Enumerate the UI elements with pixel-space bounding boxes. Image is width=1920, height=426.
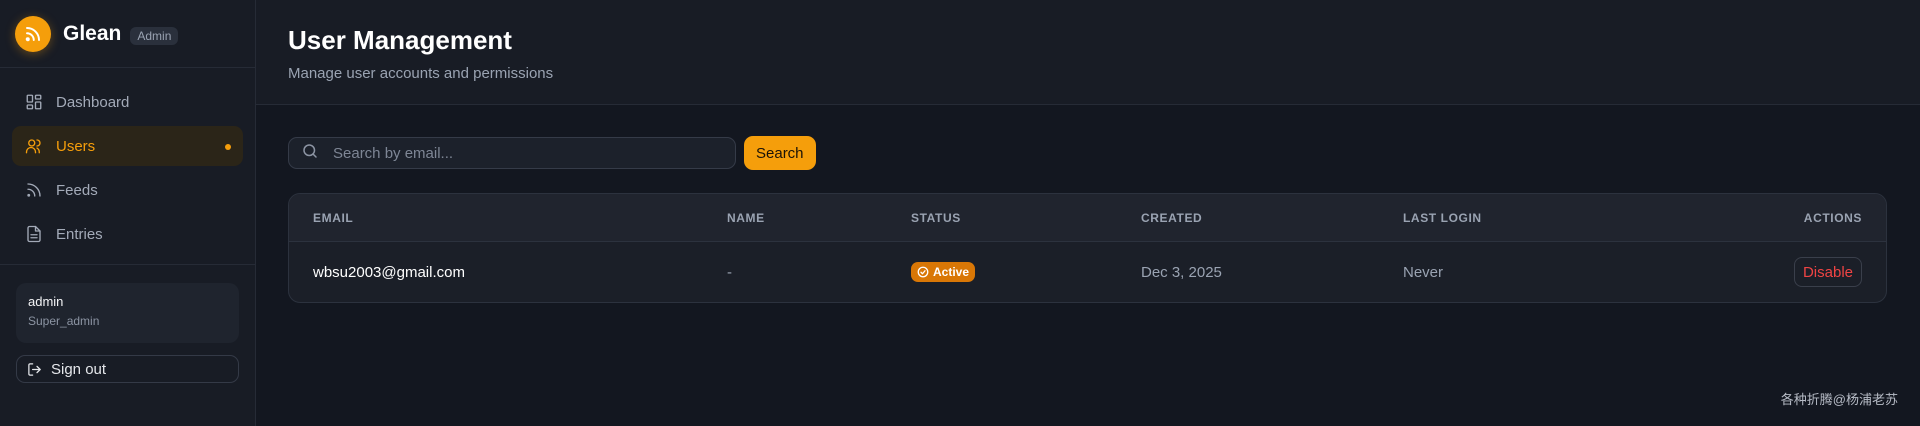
sidebar-item-entries[interactable]: Entries	[12, 214, 243, 254]
check-circle-icon	[917, 266, 929, 278]
sidebar-item-feeds[interactable]: Feeds	[12, 170, 243, 210]
cell-status: Active	[911, 262, 976, 282]
sidebar-item-label: Users	[56, 137, 96, 155]
cell-email: wbsu2003@gmail.com	[313, 263, 465, 281]
sign-out-label: Sign out	[51, 360, 107, 378]
cell-created: Dec 3, 2025	[1141, 263, 1222, 281]
brand-name: Glean	[63, 21, 122, 45]
page-title: User Management	[288, 25, 512, 55]
sidebar: Glean Admin Dashboard Users Feeds Entrie…	[0, 0, 256, 426]
search-row: Search	[288, 136, 1888, 170]
status-label: Active	[933, 265, 970, 279]
page-header: User Management Manage user accounts and…	[256, 0, 1920, 105]
logout-icon	[27, 361, 43, 377]
cell-actions: Disable	[1793, 257, 1862, 287]
document-icon	[24, 224, 44, 244]
column-header-name[interactable]: NAME	[727, 211, 765, 225]
sidebar-item-users[interactable]: Users	[12, 126, 243, 166]
rss-icon	[24, 180, 44, 200]
search-icon	[301, 142, 319, 165]
user-role: Super_admin	[28, 314, 100, 328]
sidebar-item-label: Entries	[56, 225, 103, 243]
rss-logo-icon	[15, 15, 51, 52]
cell-last-login: Never	[1403, 263, 1444, 281]
user-card: admin Super_admin	[16, 283, 239, 343]
cell-name: -	[727, 263, 732, 281]
active-indicator-dot	[225, 144, 231, 150]
main-content: User Management Manage user accounts and…	[256, 0, 1920, 426]
users-table: EMAIL NAME STATUS CREATED LAST LOGIN ACT…	[288, 193, 1887, 303]
column-header-actions: ACTIONS	[1803, 210, 1862, 225]
sidebar-footer: admin Super_admin Sign out	[0, 264, 255, 383]
content-area: Search EMAIL NAME STATUS CREATED LAST LO…	[256, 105, 1920, 303]
table-row: wbsu2003@gmail.com - Active Dec 3, 2025 …	[289, 242, 1886, 302]
sidebar-nav: Dashboard Users Feeds Entries	[0, 68, 255, 254]
user-name: admin	[28, 294, 64, 309]
column-header-email[interactable]: EMAIL	[313, 211, 353, 225]
status-badge: Active	[911, 262, 976, 282]
sidebar-item-label: Dashboard	[56, 93, 130, 111]
dashboard-icon	[24, 92, 44, 112]
table-header: EMAIL NAME STATUS CREATED LAST LOGIN ACT…	[289, 194, 1886, 242]
sidebar-item-label: Feeds	[56, 181, 98, 199]
sign-out-button[interactable]: Sign out	[16, 355, 239, 383]
users-icon	[24, 136, 44, 156]
search-input[interactable]	[333, 144, 713, 162]
column-header-status[interactable]: STATUS	[911, 211, 961, 225]
search-button[interactable]: Search	[744, 136, 816, 170]
watermark: 各种折腾@杨浦老苏	[1780, 392, 1898, 407]
brand-badge: Admin	[130, 26, 179, 45]
disable-user-button[interactable]: Disable	[1793, 257, 1862, 287]
page-subtitle: Manage user accounts and permissions	[288, 65, 554, 82]
app-root: Glean Admin Dashboard Users Feeds Entrie…	[0, 0, 1920, 426]
search-box	[288, 137, 736, 169]
brand: Glean Admin	[0, 0, 255, 68]
column-header-created[interactable]: CREATED	[1141, 211, 1202, 225]
column-header-last-login[interactable]: LAST LOGIN	[1403, 211, 1482, 225]
sidebar-item-dashboard[interactable]: Dashboard	[12, 82, 243, 122]
